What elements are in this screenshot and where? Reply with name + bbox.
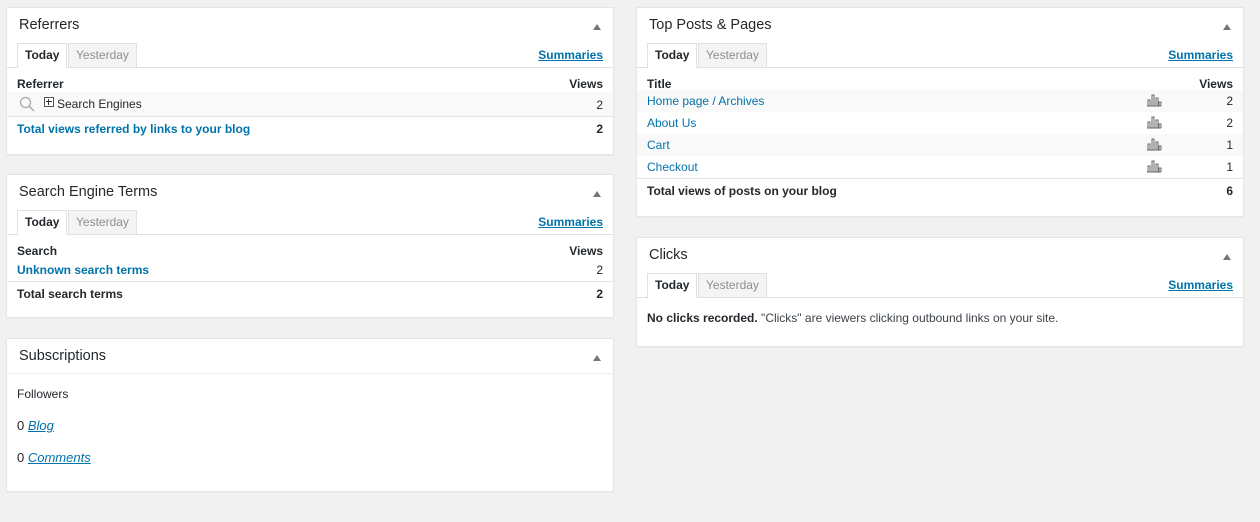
table-row: Home page / Archives 2 <box>637 90 1243 112</box>
period-tabs: Today Yesterday Summaries <box>7 42 613 68</box>
post-link-cart[interactable]: Cart <box>647 138 670 152</box>
total-search-value: 2 <box>596 287 603 301</box>
bar-chart-icon[interactable] <box>1146 93 1162 107</box>
post-link-about[interactable]: About Us <box>647 116 696 130</box>
total-search-label: Total search terms <box>17 287 123 301</box>
clicks-message-text: "Clicks" are viewers clicking outbound l… <box>757 311 1059 325</box>
column-header-views: Views <box>569 77 603 91</box>
clicks-message: No clicks recorded. "Clicks" are viewers… <box>647 311 1058 325</box>
table-row: Unknown search terms 2 <box>7 259 613 281</box>
tab-today[interactable]: Today <box>17 210 68 235</box>
subscriptions-widget: Subscriptions Followers 0 Blog 0 Comment… <box>6 338 614 492</box>
widget-header: Clicks <box>637 238 1243 272</box>
table-header: Referrer Views <box>7 68 613 92</box>
collapse-toggle-icon[interactable] <box>593 355 601 361</box>
tab-yesterday[interactable]: Yesterday <box>68 210 137 234</box>
collapse-toggle-icon[interactable] <box>1223 254 1231 260</box>
summaries-link[interactable]: Summaries <box>538 48 603 62</box>
total-row: Total search terms 2 <box>7 281 613 306</box>
table-row: Cart 1 <box>637 134 1243 156</box>
summaries-link[interactable]: Summaries <box>538 215 603 229</box>
tab-yesterday[interactable]: Yesterday <box>68 43 137 67</box>
subscription-count: 0 <box>17 450 25 465</box>
table-header: Title Views <box>637 68 1243 91</box>
followers-heading: Followers <box>17 387 69 401</box>
tab-today[interactable]: Today <box>17 43 68 68</box>
tab-today[interactable]: Today <box>647 43 698 68</box>
subscription-item-comments: 0 Comments <box>17 450 91 465</box>
total-referrers-link[interactable]: Total views referred by links to your bl… <box>17 122 250 136</box>
search-term-link[interactable]: Unknown search terms <box>17 263 149 277</box>
column-header-title: Title <box>647 77 672 91</box>
widget-title: Referrers <box>19 17 80 33</box>
summaries-link[interactable]: Summaries <box>1168 278 1233 292</box>
bar-chart-icon[interactable] <box>1146 159 1162 173</box>
post-link-checkout[interactable]: Checkout <box>647 160 698 174</box>
post-views: 2 <box>1226 116 1233 130</box>
widget-title: Search Engine Terms <box>19 184 158 200</box>
column-header-views: Views <box>569 244 603 258</box>
post-views: 1 <box>1226 138 1233 152</box>
post-views: 2 <box>1226 94 1233 108</box>
table-row: Checkout 1 <box>637 156 1243 178</box>
total-posts-value: 6 <box>1226 184 1233 198</box>
period-tabs: Today Yesterday Summaries <box>637 42 1243 68</box>
subscription-item-blog: 0 Blog <box>17 418 54 433</box>
clicks-widget: Clicks Today Yesterday Summaries No clic… <box>636 237 1244 347</box>
tab-yesterday[interactable]: Yesterday <box>698 273 767 297</box>
widget-header: Top Posts & Pages <box>637 8 1243 42</box>
tab-today[interactable]: Today <box>647 273 698 298</box>
total-posts-label: Total views of posts on your blog <box>647 184 837 198</box>
subscription-count: 0 <box>17 418 25 433</box>
column-header-referrer: Referrer <box>17 77 64 91</box>
period-tabs: Today Yesterday Summaries <box>7 209 613 235</box>
table-row: About Us 2 <box>637 112 1243 134</box>
clicks-message-bold: No clicks recorded. <box>647 311 758 325</box>
period-tabs: Today Yesterday Summaries <box>637 272 1243 298</box>
referrer-label: Search Engines <box>57 97 142 111</box>
search-terms-widget: Search Engine Terms Today Yesterday Summ… <box>6 174 614 318</box>
subscription-link-blog[interactable]: Blog <box>28 418 54 433</box>
top-posts-widget: Top Posts & Pages Today Yesterday Summar… <box>636 7 1244 217</box>
widget-title: Top Posts & Pages <box>649 17 772 33</box>
search-term-views: 2 <box>596 263 603 277</box>
referrer-views: 2 <box>596 98 603 112</box>
total-row: Total views referred by links to your bl… <box>7 116 613 141</box>
bar-chart-icon[interactable] <box>1146 137 1162 151</box>
table-header: Search Views <box>7 235 613 259</box>
expand-icon[interactable] <box>44 97 54 107</box>
collapse-toggle-icon[interactable] <box>593 24 601 30</box>
widget-header: Subscriptions <box>7 339 613 374</box>
column-header-search: Search <box>17 244 58 258</box>
total-row: Total views of posts on your blog 6 <box>637 178 1243 203</box>
tab-yesterday[interactable]: Yesterday <box>698 43 767 67</box>
post-views: 1 <box>1226 160 1233 174</box>
subscription-link-comments[interactable]: Comments <box>28 450 91 465</box>
post-link-home[interactable]: Home page / Archives <box>647 94 764 108</box>
collapse-toggle-icon[interactable] <box>1223 24 1231 30</box>
widget-header: Referrers <box>7 8 613 42</box>
collapse-toggle-icon[interactable] <box>593 191 601 197</box>
column-header-views: Views <box>1199 77 1233 91</box>
table-row: Search Engines 2 <box>7 92 613 116</box>
summaries-link[interactable]: Summaries <box>1168 48 1233 62</box>
search-icon <box>19 96 35 112</box>
referrers-widget: Referrers Today Yesterday Summaries Refe… <box>6 7 614 155</box>
widget-header: Search Engine Terms <box>7 175 613 209</box>
widget-title: Clicks <box>649 247 688 263</box>
total-referrers-value: 2 <box>596 122 603 136</box>
bar-chart-icon[interactable] <box>1146 115 1162 129</box>
widget-title: Subscriptions <box>19 348 107 364</box>
